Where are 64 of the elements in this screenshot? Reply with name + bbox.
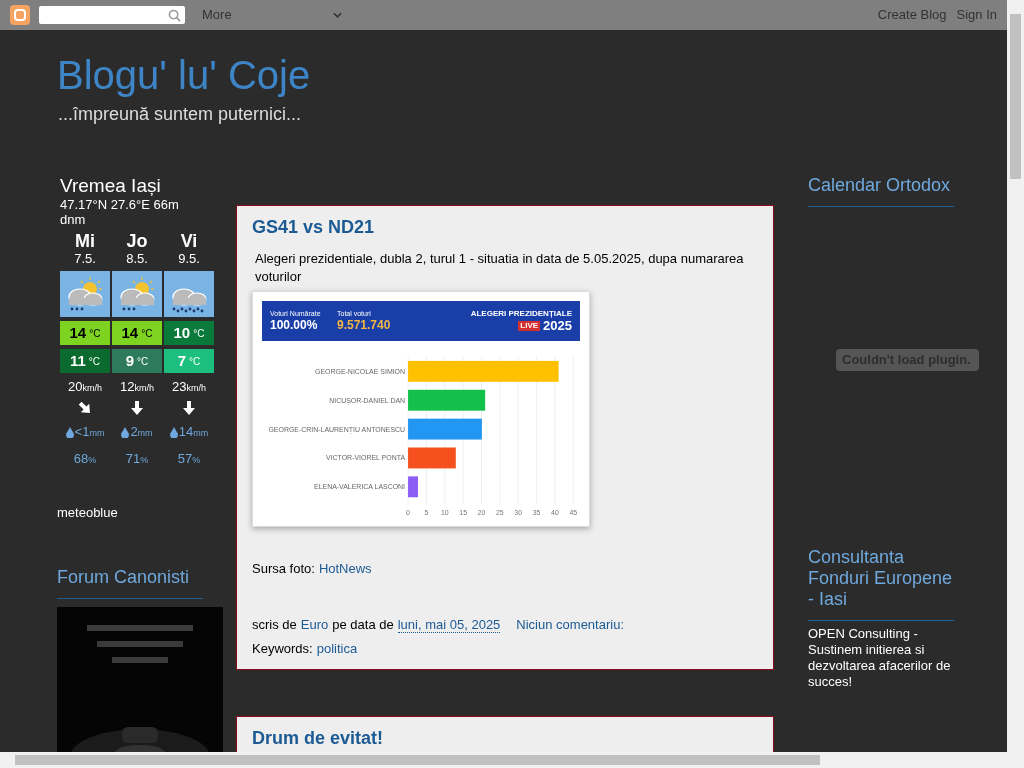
keywords-label: Keywords: [252,640,313,658]
cloud-rain-icon [164,271,214,317]
drop-icon [169,427,178,438]
min-temperature: 9 °C [112,349,162,373]
day-date: 9.5. [178,251,200,266]
precipitation: <1mm [74,424,105,441]
post-text: Alegeri prezidentiale, dubla 2, turul 1 - situatia in data de 5.05.2025, dupa numararea voturilor [254,250,745,286]
day-date: 8.5. [126,251,148,266]
horizontal-scrollbar[interactable] [0,752,1007,768]
humidity: 68% [73,451,97,468]
source-link[interactable]: HotNews [318,559,372,579]
day-date: 7.5. [74,251,96,266]
drop-icon [65,427,74,438]
humidity: 57% [177,451,201,468]
precipitation: 2mm [130,424,153,441]
chevron-down-icon [333,12,342,18]
banner-year: 2025 [543,318,572,333]
day-name: Vi [180,231,198,251]
author-link[interactable]: Euro [300,614,329,634]
sun-cloud-rain-icon [60,271,110,317]
search-icon[interactable] [168,8,181,22]
blog-logo-icon[interactable] [10,5,30,25]
author-label: scris de [252,615,297,634]
widget-text: OPEN Consulting - Sustinem initierea si dezvoltarea afacerilor de succes! [808,626,952,690]
banner-value: 9.571.740 [337,317,391,332]
wind-arrow-icon [130,401,144,415]
widget-title: Calendar Ortodox [808,175,954,207]
source-label: Sursa foto: [252,560,315,578]
wind-speed: 12km/h [120,379,154,396]
day-name: Jo [126,231,148,251]
max-temperature: 10 °C [164,321,214,345]
date-label: pe data de [332,615,394,634]
keyword-link[interactable]: politica [316,639,358,659]
post-title[interactable]: Drum de evitat! [252,726,758,749]
wind-speed: 23km/h [172,379,206,396]
nav-link[interactable]: Create Blog [877,5,947,25]
min-temperature: 11 °C [60,349,110,373]
vertical-scrollbar[interactable] [1007,0,1024,768]
live-badge: LIVE [518,320,541,331]
drop-icon [121,427,130,438]
more-dropdown[interactable]: More [202,5,342,25]
blog-title[interactable]: Blogu' lu' Coje [57,52,311,98]
wind-speed: 20km/h [68,379,102,396]
coordinates: 47.17°N 27.6°E 66m dnm [60,197,180,227]
banner-title: ALEGERI PREZIDENȚIALE [470,308,572,319]
max-temperature: 14 °C [60,321,110,345]
nav-link[interactable]: Sign In [956,5,997,25]
widget-credit: meteoblue [57,504,119,522]
day-name: Mi [75,231,95,251]
wind-arrow-icon [182,401,196,415]
max-temperature: 14 °C [112,321,162,345]
comments-link[interactable]: Niciun comentariu: [516,614,624,634]
banner-value: 100.00% [270,317,319,332]
humidity: 71% [125,451,149,468]
blog-description: ...împreună suntem puternici... [58,104,302,125]
date-link[interactable]: luni, mai 05, 2025 [397,617,501,633]
widget-title: Vremea Iași [60,175,162,197]
search-field[interactable] [39,6,185,24]
post-title[interactable]: GS41 vs ND21 [252,216,758,238]
sun-cloud-rain-icon [112,271,162,317]
precipitation: 14mm [178,424,209,441]
widget-title: Consultanta Fonduri Europene - Iasi [808,547,954,621]
widget-title: Forum Canonisti [57,566,203,599]
min-temperature: 7 °C [164,349,214,373]
